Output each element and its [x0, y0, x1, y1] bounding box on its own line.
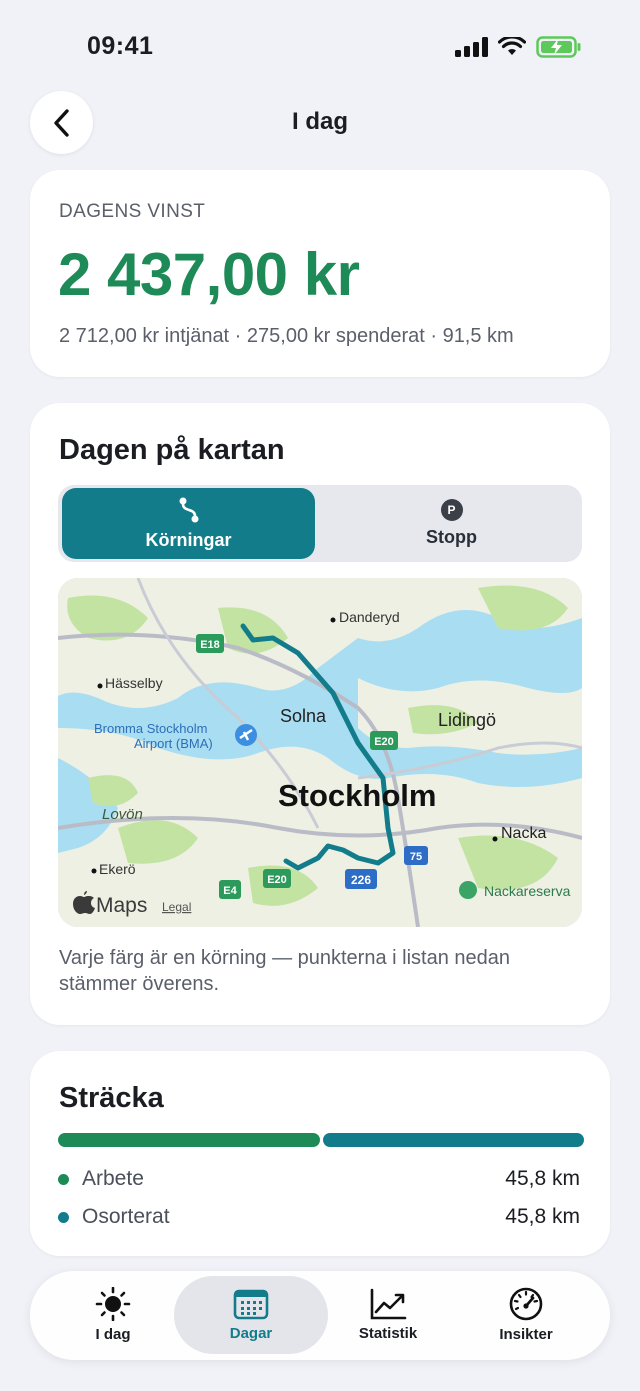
map-label-nacka: Nacka [501, 825, 546, 842]
distance-bar-osorterat [322, 1133, 584, 1147]
status-time: 09:41 [87, 32, 154, 60]
tab-label: Statistik [358, 1325, 418, 1342]
signal-icon [455, 37, 488, 57]
map-caption: Varje färg är en körning — punkterna i l… [59, 947, 511, 995]
road-shield-e20: E20 [263, 869, 291, 888]
map-mode-segmented-control: Körningar P Stopp [58, 485, 582, 562]
distance-card-title: Sträcka [59, 1082, 164, 1114]
distance-label: Arbete [82, 1167, 144, 1190]
status-bar: 09:41 [0, 0, 640, 92]
svg-text:E20: E20 [267, 874, 287, 886]
map-label-bromma: Bromma Stockholm [94, 721, 207, 736]
tab-dagar[interactable]: Dagar [174, 1276, 328, 1354]
distance-value: 45,8 km [505, 1167, 580, 1190]
profit-card: DAGENS VINST 2 437,00 kr 2 712,00 kr int… [30, 170, 610, 377]
distance-value: 45,8 km [505, 1205, 580, 1228]
segment-stopp[interactable]: P Stopp [325, 488, 578, 559]
status-icons [455, 36, 582, 58]
legal-link[interactable]: Legal [162, 900, 191, 914]
map-canvas: Danderyd Hässelby Solna Lidingö Bromma S… [58, 578, 582, 927]
profit-amount: 2 437,00 kr [58, 241, 360, 308]
map-label-ekero: Ekerö [99, 861, 136, 877]
maps-attribution: Maps [96, 894, 147, 917]
route-icon [179, 497, 198, 523]
road-shield-e20: E20 [370, 731, 398, 750]
distance-label: Osorterat [82, 1205, 170, 1228]
map-label-nackareservat: Nackareserva [484, 883, 571, 899]
page-title: I dag [291, 108, 348, 135]
legend-dot [58, 1173, 69, 1185]
tab-label: Insikter [499, 1326, 553, 1343]
tab-i-dag[interactable]: I dag [36, 1276, 190, 1354]
road-shield-e4: E4 [219, 880, 241, 899]
tab-insikter[interactable]: Insikter [449, 1276, 603, 1354]
segment-label: Körningar [145, 530, 232, 550]
segment-korningar[interactable]: Körningar [62, 488, 315, 559]
svg-text:E20: E20 [374, 736, 394, 748]
chart-icon [370, 1288, 407, 1320]
day-map[interactable]: Danderyd Hässelby Solna Lidingö Bromma S… [58, 578, 582, 927]
road-shield-75: 75 [404, 846, 428, 865]
svg-text:75: 75 [410, 851, 422, 863]
map-label-stockholm: Stockholm [278, 778, 436, 813]
svg-text:E4: E4 [223, 885, 237, 897]
park-icon [459, 881, 477, 899]
svg-text:226: 226 [351, 873, 371, 887]
tab-label: I dag [95, 1326, 131, 1343]
sun-icon [95, 1287, 131, 1321]
tab-label: Dagar [229, 1325, 273, 1342]
map-card: Dagen på kartan Körningar P Stopp Dander… [30, 403, 610, 1025]
map-card-title: Dagen på kartan [59, 434, 285, 466]
distance-card: Sträcka Arbete 45,8 km Osorterat 45,8 km [30, 1051, 610, 1256]
battery-icon [536, 36, 581, 58]
wifi-icon [498, 37, 526, 55]
map-label-hasselby: Hässelby [105, 675, 163, 691]
tab-bar: I dag Dagar Statistik Insikter [30, 1271, 610, 1360]
road-shield-e18: E18 [196, 634, 224, 653]
distance-bar-arbete [58, 1133, 320, 1147]
distance-row-osorterat: Osorterat 45,8 km [58, 1204, 580, 1230]
gauge-icon [509, 1287, 543, 1321]
calendar-icon [233, 1289, 269, 1320]
distance-row-arbete: Arbete 45,8 km [58, 1166, 580, 1192]
profit-kicker: DAGENS VINST [59, 201, 206, 222]
distance-split-bar [58, 1133, 584, 1147]
map-label-bromma-airport: Airport (BMA) [134, 736, 213, 751]
map-label-solna: Solna [280, 706, 327, 726]
svg-text:E18: E18 [200, 639, 220, 651]
tab-statistik[interactable]: Statistik [311, 1276, 465, 1354]
map-label-danderyd: Danderyd [339, 609, 400, 625]
legend-dot [58, 1211, 69, 1223]
map-label-lovon: Lovön [102, 806, 143, 823]
parking-icon: P [440, 499, 463, 521]
segment-label: Stopp [426, 527, 477, 547]
map-label-lidingo: Lidingö [438, 710, 496, 730]
profit-details: 2 712,00 kr intjänat · 275,00 kr spender… [59, 325, 514, 347]
road-shield-226: 226 [345, 869, 377, 889]
